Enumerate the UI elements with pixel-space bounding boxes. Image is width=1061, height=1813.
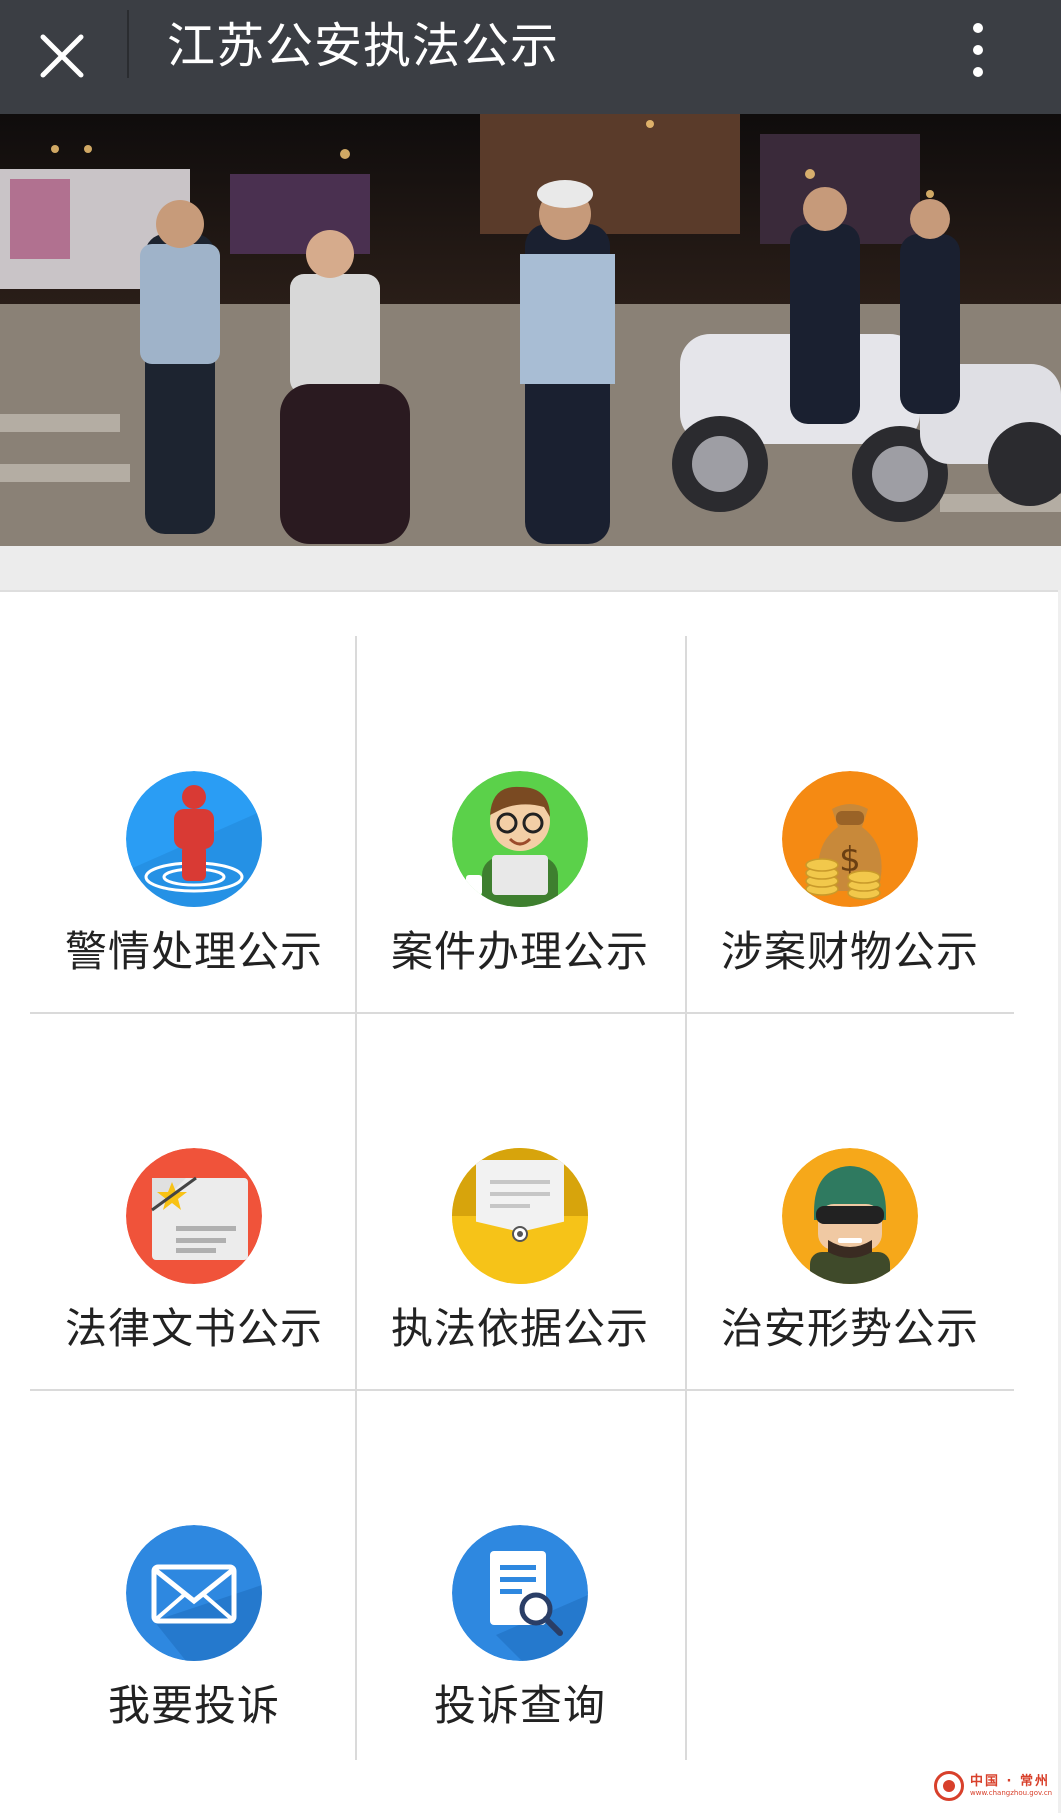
- soldier-helmet-icon: [782, 1148, 918, 1284]
- menu-item-label: 法律文书公示: [64, 1304, 323, 1353]
- close-button[interactable]: [18, 12, 106, 100]
- page-title: 江苏公安执法公示: [167, 18, 560, 74]
- top-bar: 江苏公安执法公示: [0, 0, 1061, 114]
- menu-item-label: 涉案财物公示: [720, 927, 979, 976]
- mail-icon: [126, 1525, 262, 1661]
- alert-person-icon: [126, 771, 262, 907]
- menu-item-public-security[interactable]: 治安形势公示: [673, 1013, 1027, 1391]
- menu-item-label: 投诉查询: [433, 1681, 606, 1730]
- menu-item-property[interactable]: $ 涉案财物公示: [673, 636, 1027, 1014]
- menu-item-label: 案件办理公示: [390, 927, 649, 976]
- menu-item-label: 执法依据公示: [390, 1304, 649, 1353]
- changzhou-logo: 中国 · 常州 www.changzhou.gov.cn: [934, 1765, 1058, 1807]
- menu-item-label: 治安形势公示: [720, 1304, 979, 1353]
- menu-item-label: 警情处理公示: [64, 927, 323, 976]
- logo-line1: 中国 · 常州: [970, 1774, 1050, 1789]
- menu-item-legal-documents[interactable]: 法律文书公示: [17, 1013, 371, 1391]
- menu-item-file-complaint[interactable]: 我要投诉: [17, 1390, 371, 1768]
- money-bag-icon: $: [782, 771, 918, 907]
- person-laptop-icon: [452, 771, 588, 907]
- seal-icon: [934, 1771, 964, 1801]
- more-vertical-icon: [973, 23, 983, 33]
- menu-item-case-handling[interactable]: 案件办理公示: [343, 636, 697, 1014]
- document-card-icon: [126, 1148, 262, 1284]
- banner-photo: [0, 114, 1061, 546]
- menu-item-legal-basis[interactable]: 执法依据公示: [343, 1013, 697, 1391]
- close-icon: [40, 34, 84, 78]
- document-search-icon: [452, 1525, 588, 1661]
- menu-item-complaint-query[interactable]: 投诉查询: [343, 1390, 697, 1768]
- menu-item-label: 我要投诉: [107, 1681, 280, 1730]
- logo-line2: www.changzhou.gov.cn: [970, 1789, 1053, 1797]
- menu-item-alert-handling[interactable]: 警情处理公示: [17, 636, 371, 1014]
- section-spacer: [0, 546, 1061, 592]
- envelope-document-icon: [452, 1148, 588, 1284]
- menu-grid: 警情处理公示 案件办理公示 $ 涉案财物公示 法律文书公示 执法依据公示 治安形…: [0, 590, 1058, 1770]
- topbar-divider: [127, 10, 129, 78]
- more-options-button[interactable]: [948, 10, 1008, 90]
